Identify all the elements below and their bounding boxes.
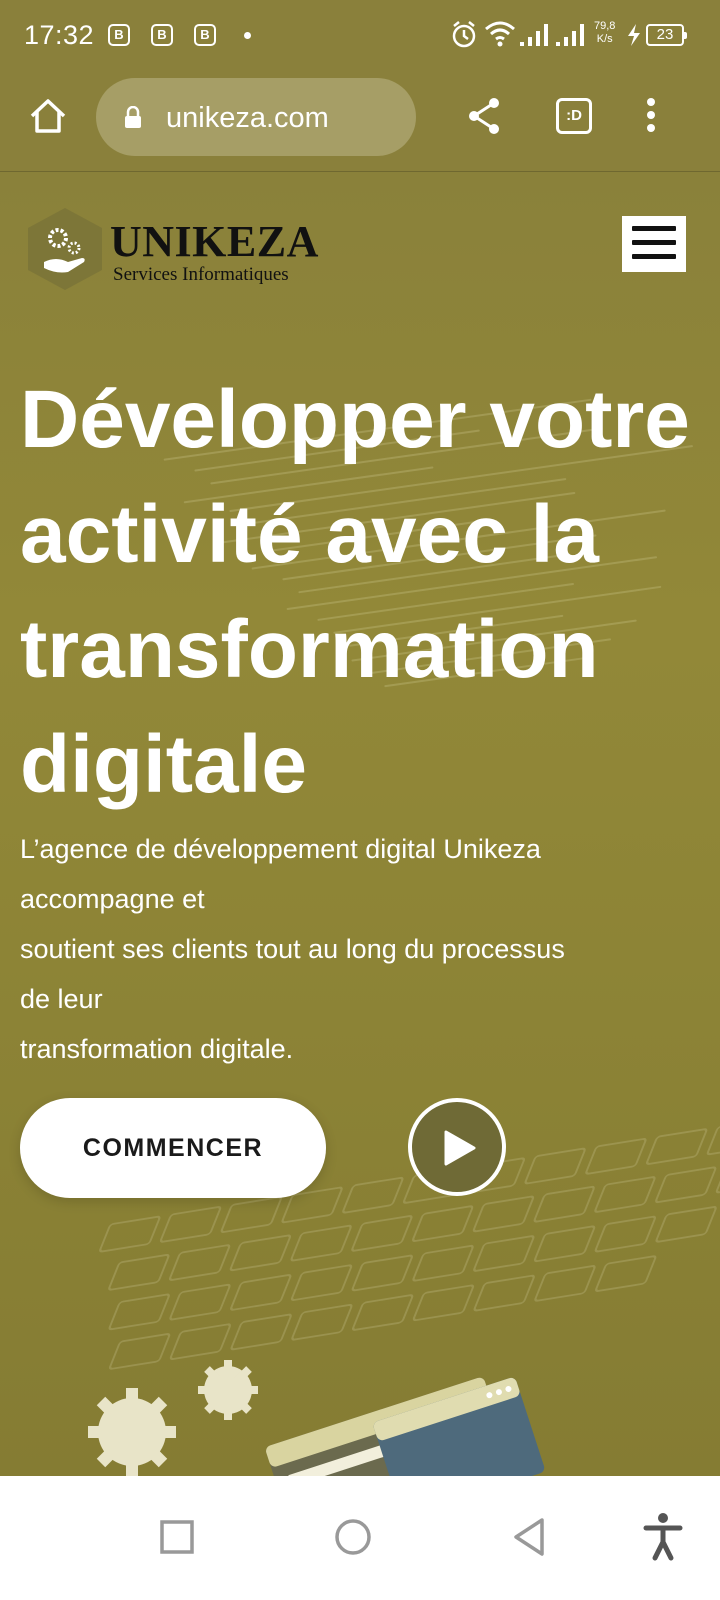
play-video-button[interactable] [408, 1098, 506, 1196]
address-bar[interactable]: unikeza.com [96, 78, 416, 156]
url-text: unikeza.com [166, 102, 329, 134]
wifi-icon [485, 21, 515, 47]
status-bar: 17:32 B B B 79,8 K/s 23 [0, 0, 720, 72]
tab-switcher-button[interactable]: :D [556, 98, 592, 134]
hero-title: Développer votre activité avec la transf… [20, 362, 700, 822]
hero-text-line: transformation digitale. [20, 1034, 294, 1064]
hero-text-line: de leur [20, 984, 103, 1014]
hamburger-menu-icon[interactable] [622, 216, 686, 272]
network-speed: 79,8 K/s [594, 20, 615, 46]
lock-icon [125, 106, 141, 128]
signal-icon [556, 24, 584, 46]
hero-text-line: L’agence de développement digital Unikez… [20, 834, 541, 864]
logo-subtitle: Services Informatiques [113, 264, 289, 285]
commencer-button[interactable]: COMMENCER [20, 1098, 326, 1198]
site-logo[interactable]: UNIKEZA Services Informatiques [22, 206, 322, 292]
b-coin-icon: B [108, 24, 130, 46]
recent-apps-icon[interactable] [142, 1502, 212, 1572]
back-icon[interactable] [494, 1502, 564, 1572]
status-time: 17:32 [24, 20, 95, 50]
gears-hand-logo-icon [28, 208, 102, 290]
hero-title-line: Développer votre [20, 374, 690, 465]
hero-title-line: activité avec la [20, 489, 599, 580]
charging-icon [628, 24, 640, 46]
signal-icon [520, 24, 548, 46]
hero-section: UNIKEZA Services Informatiques Développe… [0, 172, 720, 1476]
android-navigation-bar [0, 1476, 720, 1600]
browser-toolbar: unikeza.com :D [0, 72, 720, 172]
hero-text-line: soutient ses clients tout au long du pro… [20, 934, 565, 964]
more-menu-icon[interactable] [644, 98, 658, 138]
hero-title-line: transformation [20, 604, 599, 695]
hero-title-line: digitale [20, 719, 308, 810]
network-speed-value: 79,8 [594, 20, 616, 32]
hero-description: L’agence de développement digital Unikez… [20, 824, 700, 1074]
logo-name: UNIKEZA [110, 217, 319, 266]
notification-dot-icon [244, 32, 251, 39]
battery-level: 23 [646, 24, 687, 46]
b-coin-icon: B [151, 24, 173, 46]
alarm-icon [452, 21, 476, 48]
network-speed-unit: K/s [596, 33, 613, 45]
accessibility-icon[interactable] [628, 1502, 698, 1572]
b-coin-icon: B [194, 24, 216, 46]
home-icon[interactable] [28, 96, 68, 136]
hero-text-line: accompagne et [20, 884, 205, 914]
gears-browser-illustration [88, 1360, 545, 1476]
home-circle-icon[interactable] [318, 1502, 388, 1572]
share-icon[interactable] [466, 96, 502, 136]
play-icon [444, 1130, 476, 1166]
